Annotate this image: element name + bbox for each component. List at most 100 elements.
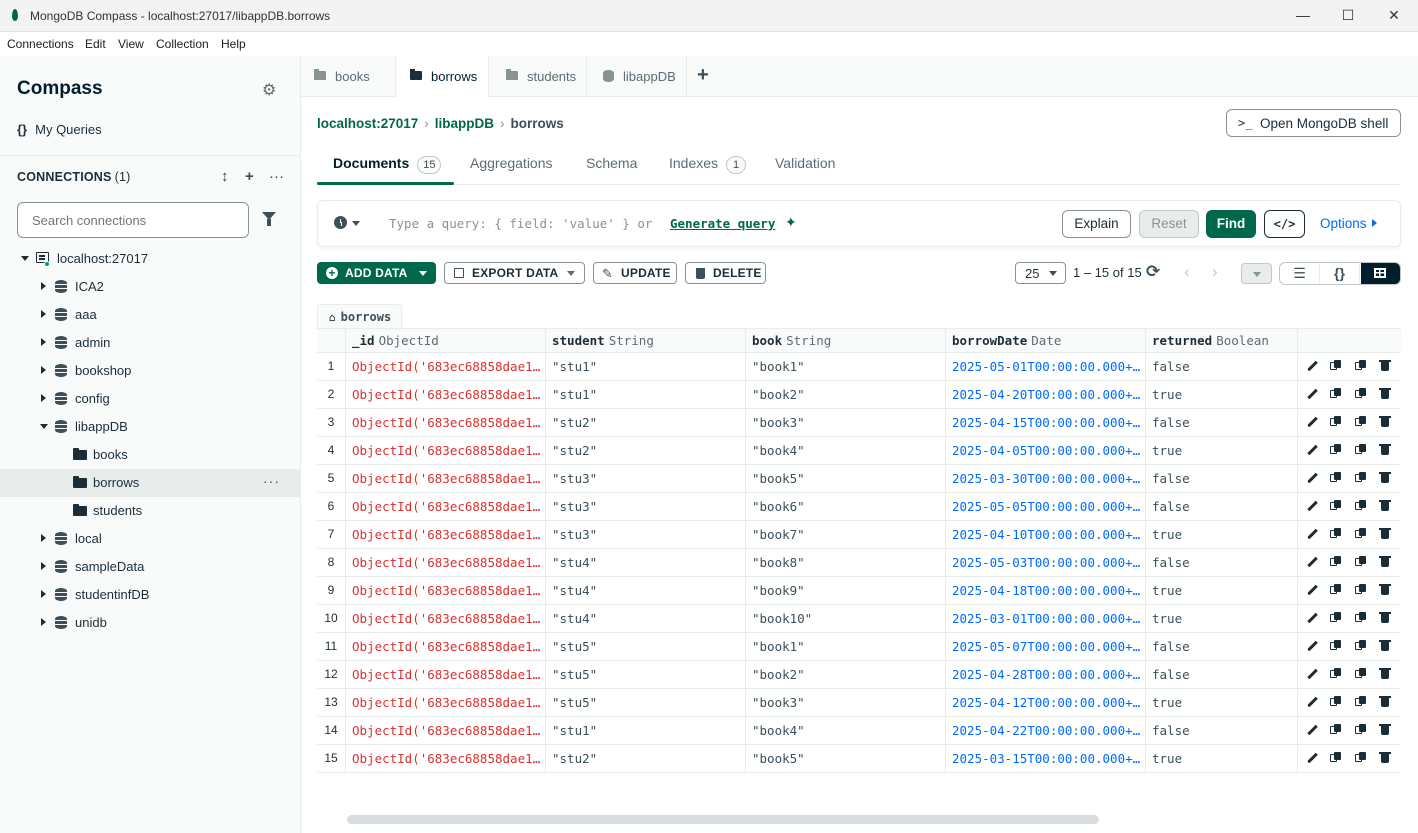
sidebar-item-admin[interactable]: admin [0, 329, 300, 357]
cell-id[interactable]: ObjectId('683ec68858dae1… [346, 633, 546, 660]
caret-down-icon[interactable] [21, 256, 29, 261]
caret-right-icon[interactable] [41, 618, 46, 626]
cell-returned[interactable]: false [1146, 661, 1298, 688]
cell-student[interactable]: "stu1" [546, 381, 746, 408]
cell-id[interactable]: ObjectId('683ec68858dae1… [346, 717, 546, 744]
breadcrumb-db[interactable]: libappDB [435, 116, 494, 131]
caret-right-icon[interactable] [41, 534, 46, 542]
next-page-icon[interactable]: › [1212, 262, 1218, 282]
edit-icon[interactable] [1306, 640, 1318, 652]
refresh-icon[interactable]: ⟳ [1146, 262, 1160, 282]
clone-icon[interactable] [1355, 500, 1367, 512]
trash-icon[interactable] [1379, 724, 1391, 736]
cell-book[interactable]: "book2" [746, 661, 946, 688]
cell-returned[interactable]: true [1146, 689, 1298, 716]
close-button[interactable]: ✕ [1371, 0, 1417, 32]
cell-returned[interactable]: true [1146, 381, 1298, 408]
sidebar-item-config[interactable]: config [0, 385, 300, 413]
cell-book[interactable]: "book1" [746, 353, 946, 380]
clone-icon[interactable] [1355, 640, 1367, 652]
edit-icon[interactable] [1306, 472, 1318, 484]
trash-icon[interactable] [1379, 444, 1391, 456]
cell-student[interactable]: "stu1" [546, 717, 746, 744]
table-row[interactable]: 11 ObjectId('683ec68858dae1… "stu5" "book1"… [317, 633, 1401, 661]
sidebar-item-ica2[interactable]: ICA2 [0, 273, 300, 301]
cell-book[interactable]: "book10" [746, 605, 946, 632]
caret-right-icon[interactable] [41, 282, 46, 290]
trash-icon[interactable] [1379, 388, 1391, 400]
cell-student[interactable]: "stu2" [546, 745, 746, 772]
tab-students[interactable]: students [490, 56, 587, 97]
add-connection-icon[interactable]: + [245, 168, 254, 185]
edit-icon[interactable] [1306, 388, 1318, 400]
trash-icon[interactable] [1379, 556, 1391, 568]
table-row[interactable]: 10 ObjectId('683ec68858dae1… "stu4" "book10… [317, 605, 1401, 633]
sidebar-item-sampledata[interactable]: sampleData [0, 553, 300, 581]
table-row[interactable]: 6 ObjectId('683ec68858dae1… "stu3" "book6" 2… [317, 493, 1401, 521]
tab-schema[interactable]: Schema [586, 155, 637, 171]
cell-student[interactable]: "stu2" [546, 409, 746, 436]
cell-book[interactable]: "book4" [746, 437, 946, 464]
table-row[interactable]: 12 ObjectId('683ec68858dae1… "stu5" "book2"… [317, 661, 1401, 689]
cell-returned[interactable]: false [1146, 717, 1298, 744]
cell-id[interactable]: ObjectId('683ec68858dae1… [346, 465, 546, 492]
generate-query-link[interactable]: Generate query [670, 216, 775, 231]
copy-icon[interactable] [1330, 472, 1342, 484]
query-history-icon[interactable] [334, 216, 347, 229]
edit-icon[interactable] [1306, 668, 1318, 680]
cell-book[interactable]: "book4" [746, 717, 946, 744]
sidebar-item-studentinfdb[interactable]: studentinfDB [0, 581, 300, 609]
clone-icon[interactable] [1355, 444, 1367, 456]
copy-icon[interactable] [1330, 528, 1342, 540]
settings-gear-icon[interactable]: ⚙ [262, 80, 276, 100]
cell-id[interactable]: ObjectId('683ec68858dae1… [346, 381, 546, 408]
cell-date[interactable]: 2025-05-05T00:00:00.000+… [946, 493, 1146, 520]
cell-id[interactable]: ObjectId('683ec68858dae1… [346, 493, 546, 520]
sidebar-item-unidb[interactable]: unidb [0, 609, 300, 637]
cell-returned[interactable]: false [1146, 493, 1298, 520]
table-row[interactable]: 15 ObjectId('683ec68858dae1… "stu2" "book5"… [317, 745, 1401, 773]
cell-returned[interactable]: false [1146, 465, 1298, 492]
trash-icon[interactable] [1379, 612, 1391, 624]
cell-id[interactable]: ObjectId('683ec68858dae1… [346, 689, 546, 716]
edit-icon[interactable] [1306, 444, 1318, 456]
add-tab-icon[interactable]: + [697, 64, 709, 87]
cell-returned[interactable]: true [1146, 745, 1298, 772]
cell-id[interactable]: ObjectId('683ec68858dae1… [346, 745, 546, 772]
table-row[interactable]: 1 ObjectId('683ec68858dae1… "stu1" "book1" 2… [317, 353, 1401, 381]
view-options-dropdown[interactable] [1241, 263, 1272, 284]
cell-id[interactable]: ObjectId('683ec68858dae1… [346, 577, 546, 604]
caret-right-icon[interactable] [41, 394, 46, 402]
add-data-button[interactable]: + ADD DATA [317, 262, 436, 284]
filter-icon[interactable] [262, 212, 276, 226]
table-row[interactable]: 4 ObjectId('683ec68858dae1… "stu2" "book4" 2… [317, 437, 1401, 465]
tab-borrows[interactable]: borrows [397, 56, 489, 98]
edit-icon[interactable] [1306, 584, 1318, 596]
trash-icon[interactable] [1379, 500, 1391, 512]
trash-icon[interactable] [1379, 528, 1391, 540]
cell-returned[interactable]: true [1146, 521, 1298, 548]
copy-icon[interactable] [1330, 444, 1342, 456]
cell-book[interactable]: "book2" [746, 381, 946, 408]
cell-student[interactable]: "stu3" [546, 493, 746, 520]
tab-books[interactable]: books [301, 56, 396, 97]
cell-student[interactable]: "stu3" [546, 465, 746, 492]
cell-student[interactable]: "stu5" [546, 661, 746, 688]
trash-icon[interactable] [1379, 360, 1391, 372]
clone-icon[interactable] [1355, 388, 1367, 400]
cell-id[interactable]: ObjectId('683ec68858dae1… [346, 549, 546, 576]
clone-icon[interactable] [1355, 752, 1367, 764]
cell-date[interactable]: 2025-04-12T00:00:00.000+… [946, 689, 1146, 716]
table-row[interactable]: 2 ObjectId('683ec68858dae1… "stu1" "book2" 2… [317, 381, 1401, 409]
clone-icon[interactable] [1355, 668, 1367, 680]
cell-book[interactable]: "book9" [746, 577, 946, 604]
reset-button[interactable]: Reset [1139, 210, 1199, 238]
cell-book[interactable]: "book7" [746, 521, 946, 548]
table-view-icon[interactable] [1361, 263, 1400, 284]
cell-date[interactable]: 2025-03-01T00:00:00.000+… [946, 605, 1146, 632]
cell-student[interactable]: "stu2" [546, 437, 746, 464]
export-data-button[interactable]: EXPORT DATA [444, 262, 585, 284]
copy-icon[interactable] [1330, 556, 1342, 568]
cell-date[interactable]: 2025-03-30T00:00:00.000+… [946, 465, 1146, 492]
cell-student[interactable]: "stu5" [546, 689, 746, 716]
